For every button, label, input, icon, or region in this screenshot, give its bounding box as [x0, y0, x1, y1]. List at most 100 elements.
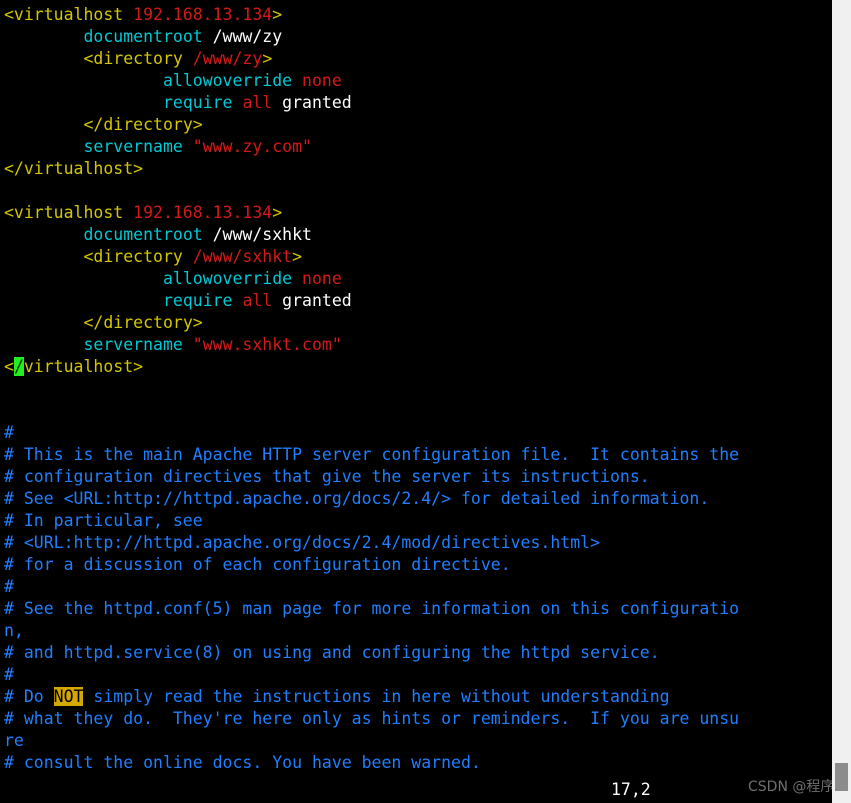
code-token: allowoverride — [162, 71, 303, 90]
code-token: # for a discussion of each configuration… — [4, 555, 511, 574]
code-token: simply read the instructions in here wit… — [83, 687, 670, 706]
editor-line[interactable]: # configuration directives that give the… — [4, 466, 832, 488]
code-token: # consult the online docs. You have been… — [4, 753, 481, 772]
code-token: /www/sxhkt — [212, 225, 312, 244]
editor-line[interactable]: # consult the online docs. You have been… — [4, 752, 832, 774]
editor-line[interactable] — [4, 378, 832, 400]
code-token: none — [302, 269, 342, 288]
editor-line[interactable]: require all granted — [4, 92, 832, 114]
code-token: 192.168.13.134 — [133, 5, 273, 24]
editor-line[interactable]: documentroot /www/sxhkt — [4, 224, 832, 246]
editor-line[interactable]: # — [4, 422, 832, 444]
code-token: < — [4, 357, 14, 376]
editor-line[interactable]: # In particular, see — [4, 510, 832, 532]
editor-line[interactable]: <directory /www/sxhkt> — [4, 246, 832, 268]
text-editor-buffer[interactable]: <virtualhost 192.168.13.134> documentroo… — [0, 0, 832, 803]
code-token: virtualhost> — [23, 357, 144, 376]
editor-line[interactable]: </virtualhost> — [4, 356, 832, 378]
editor-line[interactable]: require all granted — [4, 290, 832, 312]
editor-line[interactable]: # what they do. They're here only as hin… — [4, 708, 832, 730]
code-token: servername — [83, 137, 193, 156]
code-token: # Do — [4, 687, 54, 706]
code-token: <virtualhost — [4, 203, 134, 222]
editor-line[interactable]: # for a discussion of each configuration… — [4, 554, 832, 576]
editor-line[interactable]: # — [4, 664, 832, 686]
code-token: granted — [272, 93, 352, 112]
vertical-scrollbar-thumb[interactable] — [835, 763, 848, 791]
editor-line[interactable]: # Do NOT simply read the instructions in… — [4, 686, 832, 708]
editor-line[interactable]: # and httpd.service(8) on using and conf… — [4, 642, 832, 664]
editor-line[interactable]: <virtualhost 192.168.13.134> — [4, 202, 832, 224]
editor-line[interactable]: # — [4, 576, 832, 598]
editor-line[interactable]: n, — [4, 620, 832, 642]
code-token: # See <URL:http://httpd.apache.org/docs/… — [4, 489, 710, 508]
editor-line[interactable]: </directory> — [4, 312, 832, 334]
code-token: all — [242, 291, 273, 310]
code-token: require — [162, 93, 243, 112]
code-token: 192.168.13.134 — [133, 203, 273, 222]
code-token: documentroot — [83, 27, 213, 46]
code-token: <directory — [83, 49, 193, 68]
code-token: > — [262, 49, 273, 68]
code-token: all — [242, 93, 273, 112]
code-token: # <URL:http://httpd.apache.org/docs/2.4/… — [4, 533, 601, 552]
code-token: # and httpd.service(8) on using and conf… — [4, 643, 660, 662]
code-token: # what they do. They're here only as hin… — [4, 709, 740, 728]
search-highlight: NOT — [53, 687, 84, 706]
code-token: # — [4, 577, 14, 596]
editor-line[interactable]: # <URL:http://httpd.apache.org/docs/2.4/… — [4, 532, 832, 554]
vertical-scrollbar[interactable] — [832, 0, 851, 803]
editor-line[interactable]: re — [4, 730, 832, 752]
code-token: # This is the main Apache HTTP server co… — [4, 445, 740, 464]
code-token: allowoverride — [162, 269, 303, 288]
code-token: "www.sxhkt.com" — [192, 335, 342, 354]
code-token: none — [302, 71, 342, 90]
code-token: # — [4, 423, 14, 442]
code-token: # configuration directives that give the… — [4, 467, 650, 486]
editor-line[interactable] — [4, 180, 832, 202]
editor-line[interactable]: </virtualhost> — [4, 158, 832, 180]
code-token: # — [4, 665, 14, 684]
editor-line[interactable]: <virtualhost 192.168.13.134> — [4, 4, 832, 26]
code-token: /www/zy — [212, 27, 283, 46]
editor-line[interactable]: servername "www.sxhkt.com" — [4, 334, 832, 356]
cursor-position-indicator: 17,2 — [611, 780, 651, 799]
editor-line[interactable]: # This is the main Apache HTTP server co… — [4, 444, 832, 466]
code-token: granted — [272, 291, 352, 310]
code-token: </directory> — [83, 115, 203, 134]
editor-line[interactable]: documentroot /www/zy — [4, 26, 832, 48]
editor-line[interactable]: # See the httpd.conf(5) man page for mor… — [4, 598, 832, 620]
code-token: require — [162, 291, 243, 310]
code-token: # In particular, see — [4, 511, 203, 530]
code-token: <virtualhost — [4, 5, 134, 24]
editor-line[interactable]: allowoverride none — [4, 70, 832, 92]
code-token: > — [292, 247, 303, 266]
code-token: n, — [4, 621, 24, 640]
editor-line[interactable]: <directory /www/zy> — [4, 48, 832, 70]
editor-line[interactable]: </directory> — [4, 114, 832, 136]
code-token: </virtualhost> — [4, 159, 144, 178]
text-cursor: / — [13, 357, 24, 376]
editor-line[interactable]: # See <URL:http://httpd.apache.org/docs/… — [4, 488, 832, 510]
editor-line[interactable] — [4, 400, 832, 422]
code-token: /www/sxhkt — [192, 247, 293, 266]
code-token: /www/zy — [192, 49, 263, 68]
editor-line[interactable]: servername "www.zy.com" — [4, 136, 832, 158]
code-token: servername — [83, 335, 193, 354]
code-token: </directory> — [83, 313, 203, 332]
code-token: "www.zy.com" — [192, 137, 312, 156]
editor-line[interactable]: allowoverride none — [4, 268, 832, 290]
code-token: # See the httpd.conf(5) man page for mor… — [4, 599, 740, 618]
code-token: > — [272, 203, 283, 222]
code-token: > — [272, 5, 283, 24]
